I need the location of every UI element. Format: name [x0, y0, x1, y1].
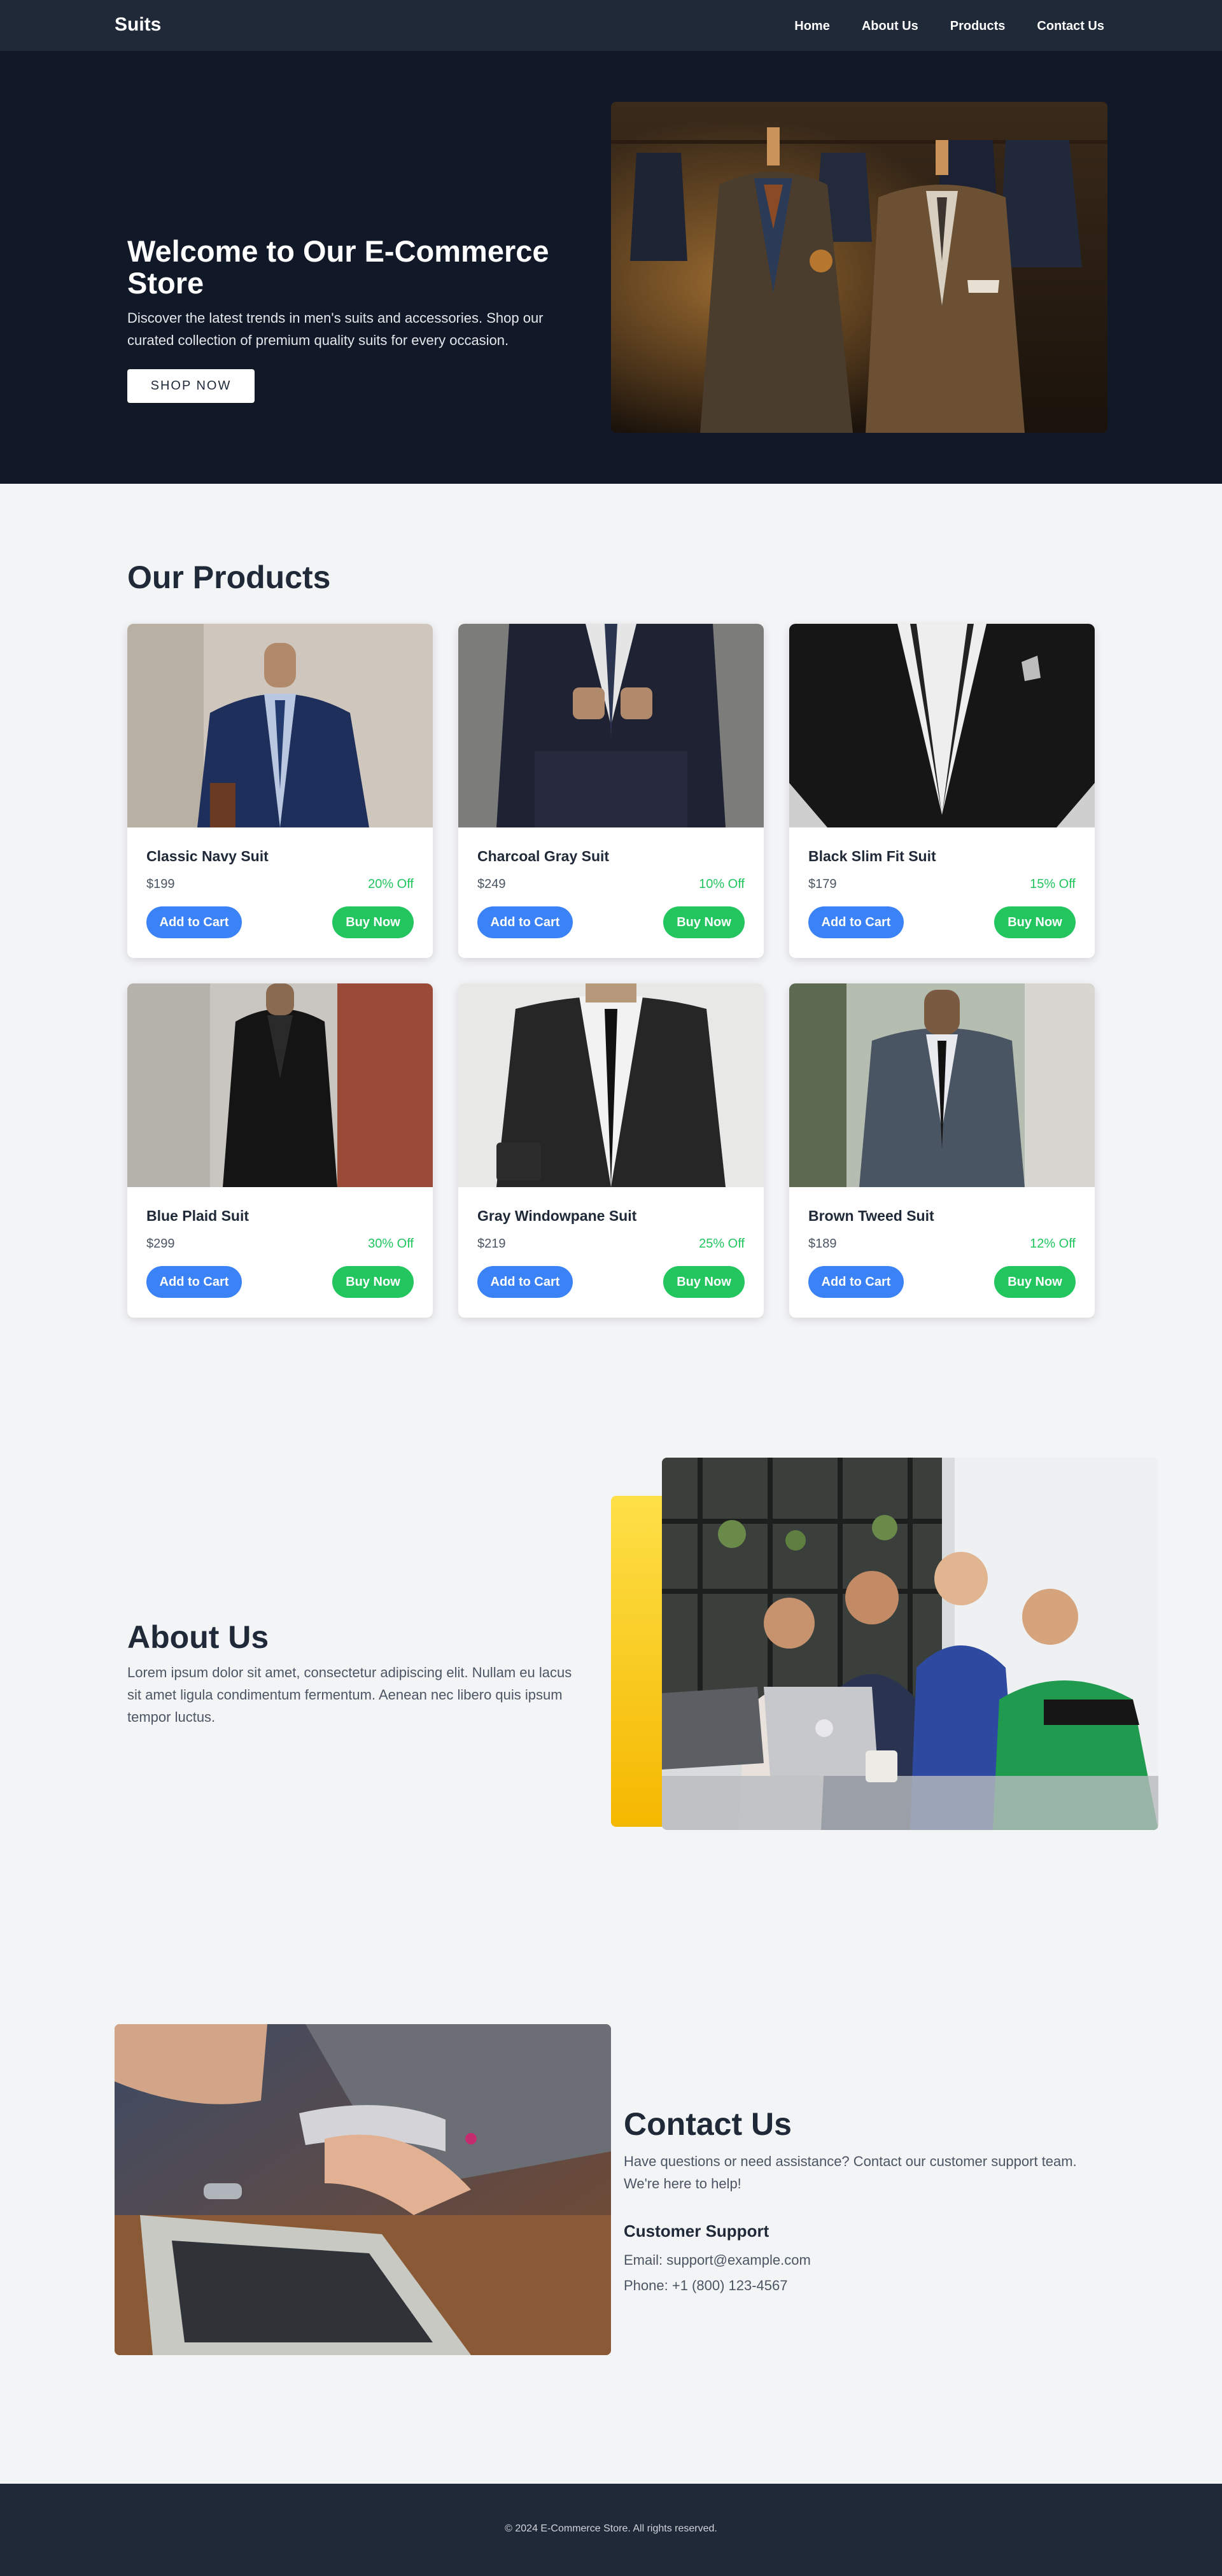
buy-now-button[interactable]: Buy Now: [332, 906, 414, 938]
nav-link-home[interactable]: Home: [794, 19, 830, 34]
shop-now-button[interactable]: SHOP NOW: [127, 369, 255, 403]
add-to-cart-button[interactable]: Add to Cart: [146, 1266, 242, 1298]
add-to-cart-button[interactable]: Add to Cart: [477, 906, 573, 938]
add-to-cart-button[interactable]: Add to Cart: [808, 906, 904, 938]
about-image: [662, 1458, 1158, 1830]
about-text: Lorem ipsum dolor sit amet, consectetur …: [127, 1665, 572, 1725]
product-price: $189: [808, 1237, 837, 1251]
buy-now-button[interactable]: Buy Now: [663, 1266, 745, 1298]
product-card: Black Slim Fit Suit $179 15% Off Add to …: [789, 624, 1095, 958]
product-price: $249: [477, 877, 506, 891]
product-image[interactable]: [127, 983, 433, 1187]
contact-image: [115, 2024, 611, 2355]
about-section: About Us Lorem ipsum dolor sit amet, con…: [0, 1407, 1222, 1960]
product-name: Blue Plaid Suit: [146, 1207, 249, 1224]
buy-now-button[interactable]: Buy Now: [332, 1266, 414, 1298]
product-name: Classic Navy Suit: [146, 848, 269, 864]
hero-subtitle: Discover the latest trends in men's suit…: [127, 310, 544, 348]
product-price: $199: [146, 877, 175, 891]
product-grid: Classic Navy Suit $199 20% Off Add to Ca…: [127, 624, 1095, 1318]
product-name: Charcoal Gray Suit: [477, 848, 610, 864]
product-image[interactable]: [789, 624, 1095, 827]
add-to-cart-button[interactable]: Add to Cart: [477, 1266, 573, 1298]
hero-image: [611, 102, 1107, 433]
product-image[interactable]: [127, 624, 433, 827]
footer: © 2024 E-Commerce Store. All rights rese…: [0, 2484, 1222, 2576]
product-discount: 20% Off: [368, 877, 414, 891]
contact-text: Have questions or need assistance? Conta…: [624, 2153, 1077, 2192]
contact-section: Contact Us Have questions or need assist…: [0, 1960, 1222, 2484]
nav-link-products[interactable]: Products: [950, 19, 1006, 34]
product-card: Gray Windowpane Suit $219 25% Off Add to…: [458, 983, 764, 1318]
about-title: About Us: [127, 1619, 269, 1655]
hero-text: Welcome to Our E-Commerce Store Discover…: [127, 236, 579, 403]
product-card: Blue Plaid Suit $299 30% Off Add to Cart…: [127, 983, 433, 1318]
product-name: Black Slim Fit Suit: [808, 848, 936, 864]
product-image[interactable]: [789, 983, 1095, 1187]
products-title: Our Products: [127, 560, 331, 595]
buy-now-button[interactable]: Buy Now: [663, 906, 745, 938]
product-name: Brown Tweed Suit: [808, 1207, 934, 1224]
product-price: $179: [808, 877, 837, 891]
product-discount: 30% Off: [368, 1237, 414, 1251]
support-title: Customer Support: [624, 2221, 769, 2241]
hero-section: Welcome to Our E-Commerce Store Discover…: [0, 51, 1222, 484]
support-phone[interactable]: Phone: +1 (800) 123-4567: [624, 2277, 787, 2294]
product-discount: 15% Off: [1030, 877, 1076, 891]
add-to-cart-button[interactable]: Add to Cart: [808, 1266, 904, 1298]
products-section: Our Products Classic Navy Suit $199 20% …: [0, 484, 1222, 1407]
product-discount: 25% Off: [699, 1237, 745, 1251]
add-to-cart-button[interactable]: Add to Cart: [146, 906, 242, 938]
hero-title: Welcome to Our E-Commerce Store: [127, 234, 549, 300]
product-name: Gray Windowpane Suit: [477, 1207, 637, 1224]
product-image[interactable]: [458, 983, 764, 1187]
product-image[interactable]: [458, 624, 764, 827]
product-card: Charcoal Gray Suit $249 10% Off Add to C…: [458, 624, 764, 958]
nav-link-about[interactable]: About Us: [862, 19, 918, 34]
brand-logo[interactable]: Suits: [115, 14, 161, 36]
product-discount: 10% Off: [699, 877, 745, 891]
product-discount: 12% Off: [1030, 1237, 1076, 1251]
footer-copyright: © 2024 E-Commerce Store. All rights rese…: [505, 2523, 717, 2534]
nav-links: Home About Us Products Contact Us: [794, 19, 1104, 34]
support-email[interactable]: Email: support@example.com: [624, 2252, 811, 2269]
buy-now-button[interactable]: Buy Now: [994, 1266, 1076, 1298]
product-card: Brown Tweed Suit $189 12% Off Add to Car…: [789, 983, 1095, 1318]
contact-title: Contact Us: [624, 2106, 792, 2142]
nav-link-contact[interactable]: Contact Us: [1037, 19, 1104, 34]
product-price: $299: [146, 1237, 175, 1251]
product-card: Classic Navy Suit $199 20% Off Add to Ca…: [127, 624, 433, 958]
buy-now-button[interactable]: Buy Now: [994, 906, 1076, 938]
product-price: $219: [477, 1237, 506, 1251]
navbar: Suits Home About Us Products Contact Us: [0, 0, 1222, 51]
